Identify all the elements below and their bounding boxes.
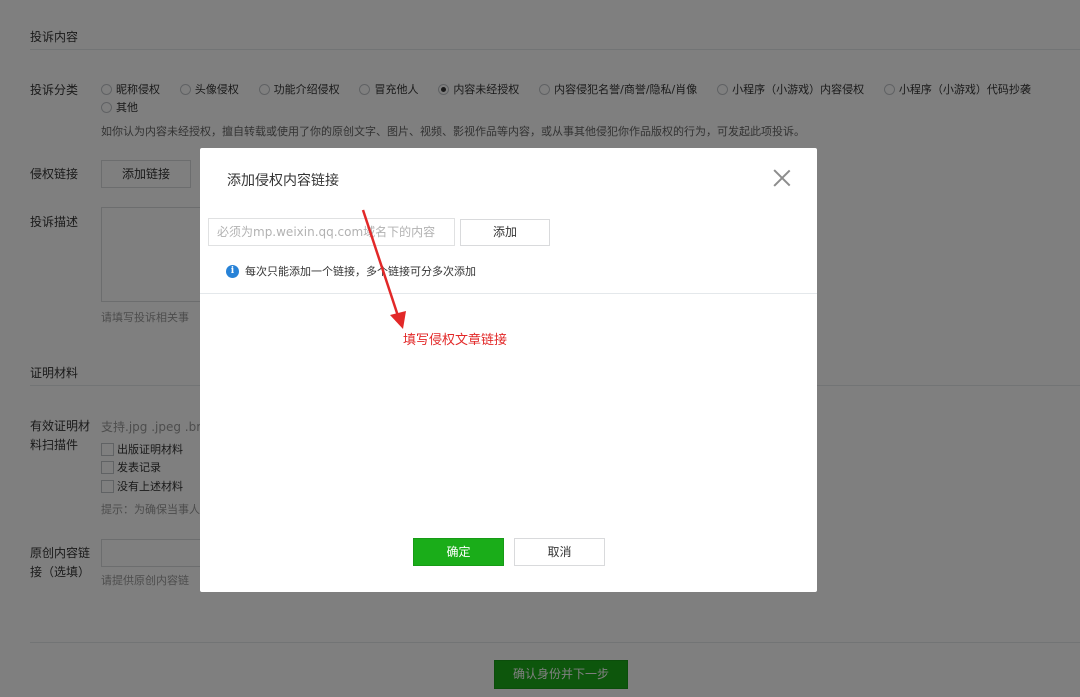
annotation-text: 填写侵权文章链接 xyxy=(403,333,508,348)
dialog-title: 添加侵权内容链接 xyxy=(227,173,339,189)
add-button[interactable]: 添加 xyxy=(460,219,550,246)
info-tip-text: 每次只能添加一个链接，多个链接可分多次添加 xyxy=(245,265,476,278)
info-icon: i xyxy=(226,264,239,278)
confirm-button[interactable]: 确定 xyxy=(413,538,504,566)
add-link-dialog: 添加侵权内容链接 添加 i 每次只能添加一个链接，多个链接可分多次添加 填写侵权… xyxy=(200,148,817,592)
close-icon[interactable] xyxy=(772,168,792,188)
dialog-divider xyxy=(200,293,817,294)
cancel-button[interactable]: 取消 xyxy=(514,538,605,566)
info-tip: i 每次只能添加一个链接，多个链接可分多次添加 xyxy=(226,263,476,279)
annotation-arrow xyxy=(361,209,406,329)
link-url-input[interactable] xyxy=(208,218,455,246)
